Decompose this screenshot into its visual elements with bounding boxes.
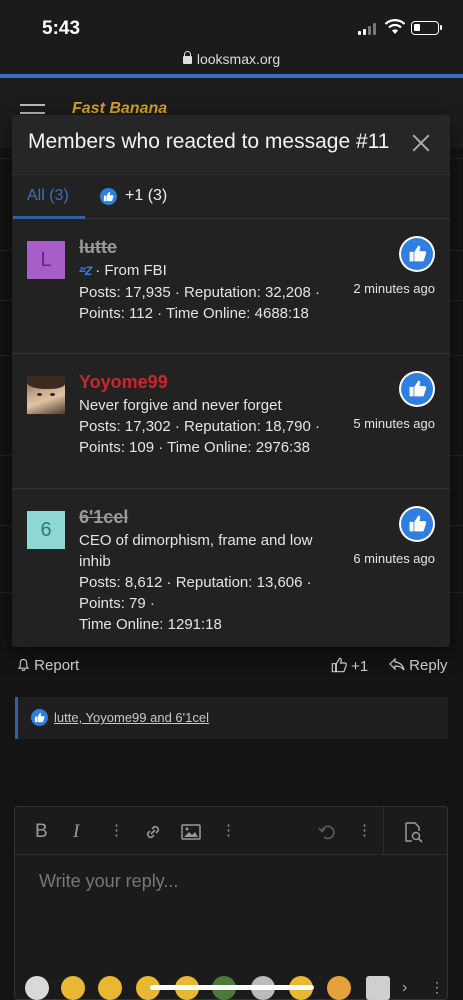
avatar[interactable] bbox=[27, 376, 65, 414]
report-button[interactable]: Report bbox=[17, 657, 79, 674]
more-options-icon[interactable]: ⋮ bbox=[109, 821, 124, 839]
member-name[interactable]: 6'1cel bbox=[79, 506, 347, 528]
undo-icon[interactable] bbox=[317, 822, 337, 842]
reply-button[interactable]: Reply bbox=[389, 657, 448, 674]
thumbs-up-icon bbox=[399, 506, 435, 542]
home-indicator bbox=[150, 985, 314, 990]
reactions-dialog: Members who reacted to message #11 All (… bbox=[12, 115, 450, 647]
preview-icon[interactable] bbox=[402, 821, 424, 843]
dialog-title: Members who reacted to message #11 bbox=[28, 130, 390, 153]
grinning-squint-emoji-icon[interactable] bbox=[98, 976, 122, 1000]
heart-eyes-emoji-icon[interactable] bbox=[327, 976, 351, 1000]
bell-icon bbox=[17, 658, 30, 672]
signal-icon bbox=[358, 23, 376, 35]
member-name[interactable]: lutte bbox=[79, 236, 347, 258]
address-bar[interactable]: looksmax.org bbox=[0, 46, 463, 74]
avatar[interactable]: L bbox=[27, 241, 65, 279]
reaction-time: 2 minutes ago bbox=[353, 281, 435, 296]
bold-icon[interactable]: B bbox=[35, 821, 48, 843]
member-stats: Posts: 17,935 · Reputation: 32,208 · bbox=[79, 284, 320, 301]
sticker-emoji-icon[interactable] bbox=[366, 976, 390, 1000]
reply-editor[interactable]: B I ⋮ ⋮ ⋮ Write your reply... bbox=[14, 806, 448, 1000]
divider bbox=[383, 807, 384, 855]
crying-laughing-emoji-icon[interactable] bbox=[61, 976, 85, 1000]
url-text: looksmax.org bbox=[196, 51, 281, 67]
battery-icon bbox=[411, 21, 442, 35]
lock-icon bbox=[182, 51, 192, 64]
plus-one-label: +1 bbox=[351, 658, 369, 675]
reaction-tabs: All (3) +1 (3) bbox=[12, 175, 450, 219]
more-options-icon[interactable]: ⋮ bbox=[430, 979, 444, 996]
reply-input[interactable]: Write your reply... bbox=[39, 871, 178, 892]
tab-plus-one-label: +1 (3) bbox=[125, 187, 168, 204]
reaction-time: 5 minutes ago bbox=[353, 416, 435, 431]
tab-all-label: All (3) bbox=[27, 187, 69, 204]
thumbs-up-icon bbox=[399, 236, 435, 272]
tab-plus-one[interactable]: +1 (3) bbox=[100, 187, 167, 205]
reply-icon bbox=[389, 657, 405, 671]
status-bar: 5:43 bbox=[0, 0, 463, 46]
plus-one-button[interactable]: +1 bbox=[331, 657, 368, 675]
report-label: Report bbox=[34, 657, 80, 674]
thumbs-up-outline-icon bbox=[331, 657, 347, 673]
member-stats: Posts: 17,302 · Reputation: 18,790 · bbox=[79, 418, 320, 435]
more-options-icon[interactable]: ⋮ bbox=[357, 821, 372, 839]
reaction-time: 6 minutes ago bbox=[353, 551, 435, 566]
thumbs-up-icon bbox=[399, 371, 435, 407]
sleep-zzz-icon: ᶻᶻZ bbox=[79, 264, 92, 278]
thumbs-up-icon bbox=[31, 709, 48, 726]
chevron-right-icon[interactable]: › bbox=[402, 979, 407, 997]
reactions-summary[interactable]: lutte, Yoyome99 and 6'1cel bbox=[15, 697, 448, 739]
reactions-summary-text[interactable]: lutte, Yoyome99 and 6'1cel bbox=[54, 710, 209, 725]
thumbs-up-icon bbox=[100, 187, 117, 205]
member-stats: Time Online: 1291:18 bbox=[79, 616, 222, 633]
tab-all[interactable]: All (3) bbox=[13, 175, 85, 219]
skull-emoji-icon[interactable] bbox=[25, 976, 49, 1000]
list-item: Yoyome99 Never forgive and never forget … bbox=[12, 354, 450, 489]
editor-toolbar: B I ⋮ ⋮ ⋮ bbox=[15, 807, 447, 855]
post-actions: Report +1 Reply bbox=[0, 652, 463, 682]
member-stats: Posts: 8,612 · Reputation: 13,606 · Poin… bbox=[79, 574, 312, 612]
clock: 5:43 bbox=[42, 18, 81, 39]
more-options-icon[interactable]: ⋮ bbox=[221, 821, 236, 839]
close-icon[interactable] bbox=[410, 132, 432, 154]
member-title: Never forgive and never forget bbox=[79, 397, 282, 414]
link-icon[interactable] bbox=[143, 822, 163, 842]
wifi-icon bbox=[384, 19, 406, 34]
member-stats: Points: 109 · Time Online: 2976:38 bbox=[79, 439, 310, 456]
italic-icon[interactable]: I bbox=[73, 821, 79, 843]
avatar[interactable]: 6 bbox=[27, 511, 65, 549]
dialog-header: Members who reacted to message #11 bbox=[12, 115, 450, 175]
image-icon[interactable] bbox=[181, 824, 201, 840]
member-name[interactable]: Yoyome99 bbox=[79, 371, 347, 393]
member-stats: Points: 112 · Time Online: 4688:18 bbox=[79, 305, 309, 322]
member-title: CEO of dimorphism, frame and low inhib bbox=[79, 532, 313, 570]
list-item: L lutte ᶻᶻZ · From FBI Posts: 17,935 · Re… bbox=[12, 219, 450, 354]
member-title: · From FBI bbox=[95, 262, 167, 279]
reply-label: Reply bbox=[409, 657, 448, 674]
list-item: 6 6'1cel CEO of dimorphism, frame and lo… bbox=[12, 489, 450, 633]
